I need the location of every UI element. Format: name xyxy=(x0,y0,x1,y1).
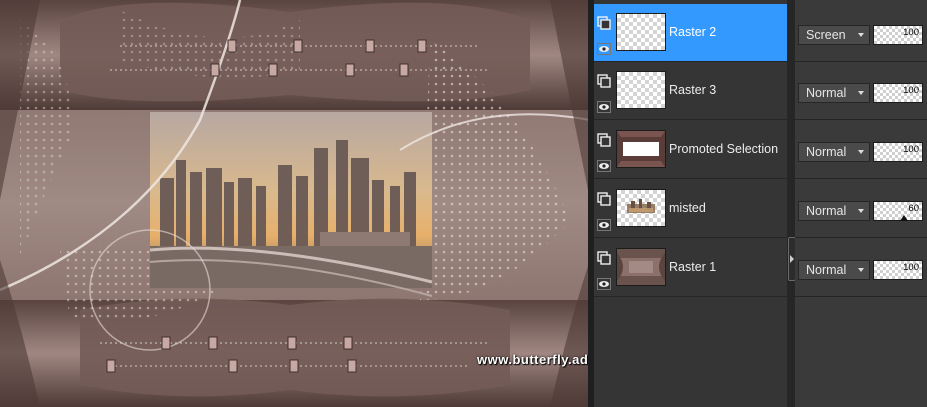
chevron-down-icon xyxy=(858,268,864,272)
opacity-value: 60 xyxy=(908,203,919,214)
blend-mode-value: Normal xyxy=(806,204,847,218)
layer-group-icon[interactable] xyxy=(597,192,611,206)
layer-row-promoted-selection[interactable]: Promoted Selection xyxy=(594,121,787,179)
eye-icon[interactable] xyxy=(597,219,611,231)
layer-name: Raster 2 xyxy=(669,25,717,39)
layer-name: Raster 1 xyxy=(669,260,717,274)
artwork-canvas: www.butterfly.adv.br – Maria José xyxy=(0,0,590,407)
blend-mode-dropdown[interactable]: Normal xyxy=(798,83,870,103)
layers-panel: Raster 2 Raster 3 Promoted Selection mis… xyxy=(594,0,927,407)
blend-mode-dropdown[interactable]: Normal xyxy=(798,260,870,280)
opacity-value: 100 xyxy=(903,144,919,155)
layer-thumbnail xyxy=(616,71,666,109)
expand-arrow-icon xyxy=(790,255,794,263)
layer-row-raster-1[interactable]: Raster 1 xyxy=(594,239,787,297)
opacity-slider[interactable]: 100 xyxy=(873,83,923,103)
opacity-slider[interactable]: 60 xyxy=(873,201,923,221)
layer-list: Raster 2 Raster 3 Promoted Selection mis… xyxy=(594,0,787,407)
watermark-text: www.butterfly.adv.br – Maria José xyxy=(477,352,590,367)
opacity-slider[interactable]: 100 xyxy=(873,260,923,280)
chevron-down-icon xyxy=(858,150,864,154)
blend-mode-dropdown[interactable]: Normal xyxy=(798,142,870,162)
eye-icon[interactable] xyxy=(597,43,611,55)
layer-group-icon[interactable] xyxy=(597,74,611,88)
layer-group-icon[interactable] xyxy=(597,133,611,147)
layer-thumbnail xyxy=(616,189,666,227)
chevron-down-icon xyxy=(858,91,864,95)
layer-group-icon[interactable] xyxy=(597,251,611,265)
layer-row-misted[interactable]: misted xyxy=(594,180,787,238)
chevron-down-icon xyxy=(858,209,864,213)
layer-thumbnail xyxy=(616,130,666,168)
layer-row-raster-3[interactable]: Raster 3 xyxy=(594,62,787,120)
layer-properties: Screen 100 Normal 100 Normal 100 Normal … xyxy=(795,0,927,407)
eye-icon[interactable] xyxy=(597,101,611,113)
layer-props-promoted-selection: Normal 100 xyxy=(795,121,927,179)
eye-icon[interactable] xyxy=(597,278,611,290)
layer-row-raster-2[interactable]: Raster 2 xyxy=(594,4,787,62)
layer-name: Promoted Selection xyxy=(669,142,779,156)
layer-name: Raster 3 xyxy=(669,83,717,97)
layer-props-misted: Normal 60 xyxy=(795,180,927,238)
layer-props-raster-1: Normal 100 xyxy=(795,239,927,297)
opacity-slider-thumb[interactable] xyxy=(900,215,908,221)
layer-group-icon[interactable] xyxy=(597,16,611,30)
layer-name: misted xyxy=(669,201,706,215)
column-separator xyxy=(787,0,795,407)
layer-props-raster-2: Screen 100 xyxy=(795,4,927,62)
layer-thumbnail xyxy=(616,13,666,51)
opacity-value: 100 xyxy=(903,85,919,96)
layer-thumbnail xyxy=(616,248,666,286)
opacity-value: 100 xyxy=(903,27,919,38)
opacity-value: 100 xyxy=(903,262,919,273)
opacity-slider[interactable]: 100 xyxy=(873,25,923,45)
blend-mode-value: Normal xyxy=(806,263,847,277)
blend-mode-dropdown[interactable]: Normal xyxy=(798,201,870,221)
layer-props-raster-3: Normal 100 xyxy=(795,62,927,120)
blend-mode-value: Normal xyxy=(806,86,847,100)
eye-icon[interactable] xyxy=(597,160,611,172)
artwork-graphic xyxy=(0,0,590,407)
blend-mode-dropdown[interactable]: Screen xyxy=(798,25,870,45)
chevron-down-icon xyxy=(858,33,864,37)
blend-mode-value: Normal xyxy=(806,145,847,159)
blend-mode-value: Screen xyxy=(806,28,846,42)
opacity-slider[interactable]: 100 xyxy=(873,142,923,162)
